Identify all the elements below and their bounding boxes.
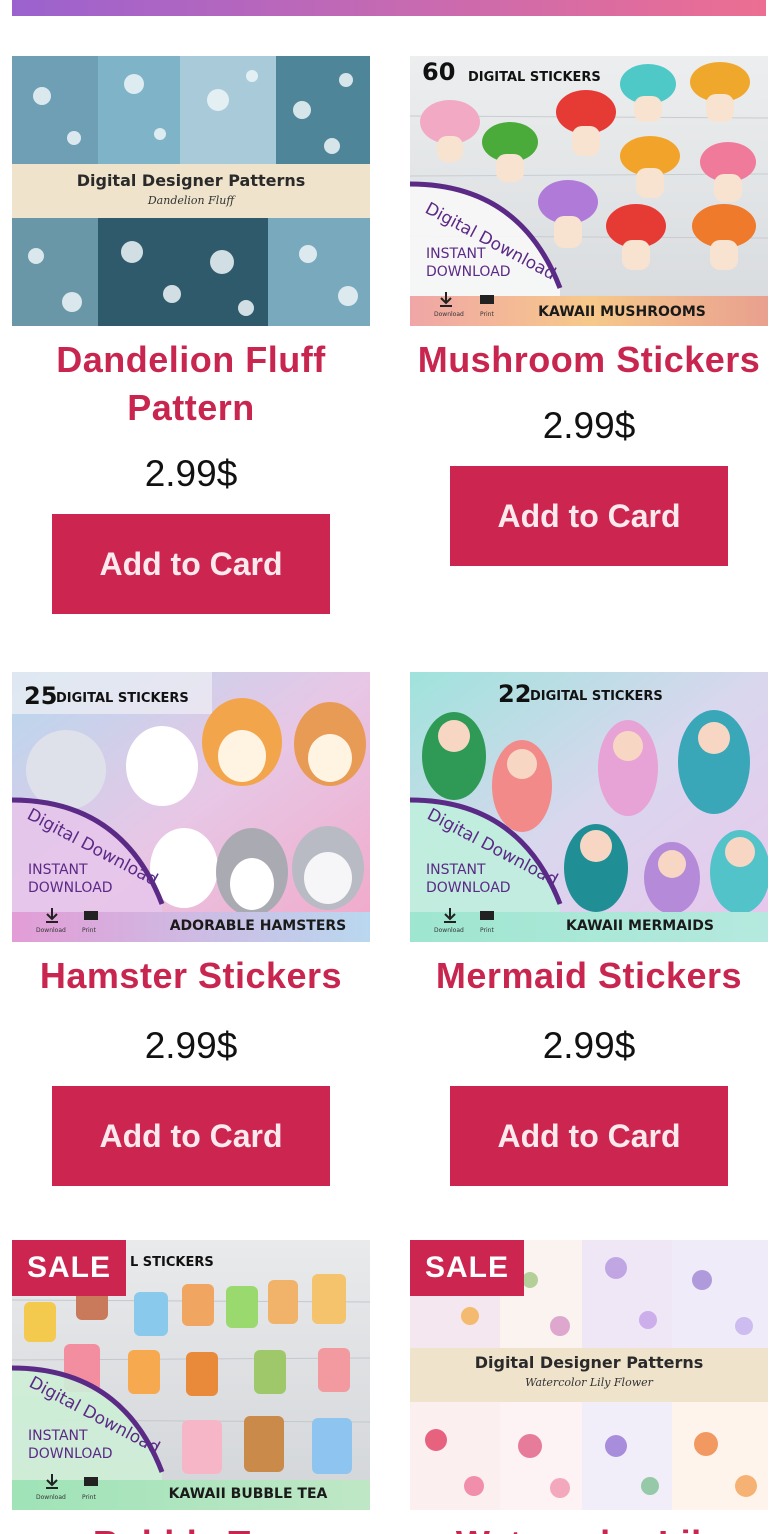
product-image[interactable]: 22 DIGITAL STICKERS Digital Download INS…	[410, 672, 768, 942]
image-footer-title: KAWAII MUSHROOMS	[538, 304, 706, 320]
product-price: 2.99$	[542, 1025, 636, 1066]
sticker-count: 60	[422, 58, 455, 86]
print-caption: Print	[480, 311, 494, 318]
download-label: DOWNLOAD	[426, 264, 511, 280]
product-card: 25 DIGITAL STICKERS Digital Download INS…	[12, 672, 370, 1186]
product-price: 2.99$	[144, 1025, 238, 1066]
product-title[interactable]: Mermaid Stickers	[410, 952, 768, 1000]
hamster-stickers-image: 25 DIGITAL STICKERS Digital Download INS…	[12, 672, 370, 942]
print-caption: Print	[480, 927, 494, 934]
sticker-count: 25	[24, 682, 57, 710]
product-card: Digital Designer Patterns Dandelion Fluf…	[12, 56, 370, 614]
image-footer-title: KAWAII BUBBLE TEA	[169, 1486, 328, 1502]
product-card: 60 DIGITAL STICKERS Digital Download INS…	[410, 56, 768, 566]
dandelion-pattern-image: Digital Designer Patterns Dandelion Fluf…	[12, 56, 370, 326]
product-image[interactable]: 25 DIGITAL STICKERS Digital Download INS…	[12, 672, 370, 942]
instant-label: INSTANT	[426, 862, 486, 878]
sale-badge: SALE	[410, 1240, 524, 1296]
sale-badge: SALE	[12, 1240, 126, 1296]
banner-title: Digital Designer Patterns	[475, 1353, 704, 1372]
add-to-cart-button[interactable]: Add to Card	[450, 1086, 728, 1186]
download-label: DOWNLOAD	[28, 880, 113, 896]
print-icon	[84, 1477, 98, 1486]
banner-subtitle: Watercolor Lily Flower	[525, 1376, 654, 1389]
image-footer-title: KAWAII MERMAIDS	[566, 918, 714, 934]
product-title[interactable]: Bubble Tea	[12, 1520, 370, 1534]
product-card: Digital Designer Patterns Watercolor Lil…	[410, 1240, 768, 1534]
download-caption: Download	[36, 1494, 66, 1501]
product-price: 2.99$	[542, 405, 636, 446]
sticker-count-label: DIGITAL STICKERS	[468, 70, 601, 85]
sticker-count: 22	[498, 680, 531, 708]
download-caption: Download	[36, 927, 66, 934]
print-caption: Print	[82, 1494, 96, 1501]
sticker-count-label: DIGITAL STICKERS	[56, 691, 189, 706]
sticker-count-label: L STICKERS	[130, 1255, 214, 1270]
print-icon	[480, 911, 494, 920]
product-card: 22 DIGITAL STICKERS Digital Download INS…	[410, 672, 768, 1186]
image-footer-title: ADORABLE HAMSTERS	[170, 918, 347, 934]
product-price: 2.99$	[144, 453, 238, 494]
product-image[interactable]: L STICKERS Digital Download INSTANT DOWN…	[12, 1240, 370, 1510]
product-title[interactable]: Mushroom Stickers	[410, 336, 768, 384]
product-image[interactable]: Digital Designer Patterns Watercolor Lil…	[410, 1240, 768, 1510]
print-caption: Print	[82, 927, 96, 934]
download-label: DOWNLOAD	[426, 880, 511, 896]
product-title[interactable]: Watercolor Lily	[410, 1520, 768, 1534]
download-caption: Download	[434, 927, 464, 934]
instant-label: INSTANT	[28, 1428, 88, 1444]
product-card: L STICKERS Digital Download INSTANT DOWN…	[12, 1240, 370, 1534]
instant-label: INSTANT	[28, 862, 88, 878]
mushroom-stickers-image: 60 DIGITAL STICKERS Digital Download INS…	[410, 56, 768, 326]
add-to-cart-button[interactable]: Add to Card	[450, 466, 728, 566]
product-title[interactable]: Dandelion Fluff Pattern	[12, 336, 370, 432]
download-label: DOWNLOAD	[28, 1446, 113, 1462]
download-caption: Download	[434, 311, 464, 318]
product-title[interactable]: Hamster Stickers	[12, 952, 370, 1000]
banner-title: Digital Designer Patterns	[77, 171, 306, 190]
print-icon	[480, 295, 494, 304]
product-image[interactable]: Digital Designer Patterns Dandelion Fluf…	[12, 56, 370, 326]
product-image[interactable]: 60 DIGITAL STICKERS Digital Download INS…	[410, 56, 768, 326]
top-gradient-bar	[12, 0, 766, 16]
mermaid-stickers-image: 22 DIGITAL STICKERS Digital Download INS…	[410, 672, 768, 942]
add-to-cart-button[interactable]: Add to Card	[52, 514, 330, 614]
print-icon	[84, 911, 98, 920]
banner-subtitle: Dandelion Fluff	[147, 194, 236, 207]
add-to-cart-button[interactable]: Add to Card	[52, 1086, 330, 1186]
sticker-count-label: DIGITAL STICKERS	[530, 689, 663, 704]
instant-label: INSTANT	[426, 246, 486, 262]
